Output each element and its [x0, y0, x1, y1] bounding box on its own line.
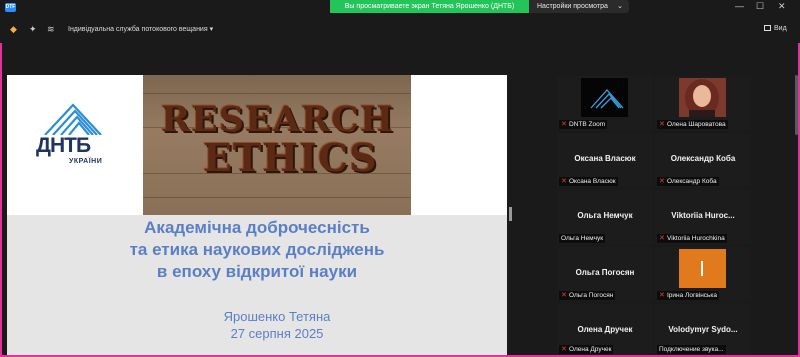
participant-label: ✕ Олена Дручек [559, 345, 614, 354]
view-options-dropdown[interactable]: Настройки просмотра ⌄ [529, 0, 629, 13]
shield-icon[interactable]: ◆ [10, 24, 17, 35]
streaming-service-label: Індивідуальна служба потокового вещания [68, 26, 208, 33]
participant-tile[interactable]: Ольга Погосян ✕ Ольга Погосян [557, 247, 653, 301]
maximize-button[interactable]: ☐ [756, 1, 764, 12]
participant-label-text: Ірина Логвінська [667, 292, 718, 299]
participant-label: ✕ Олена Шароватова [657, 120, 728, 129]
photo-word-research: RESEARCH [161, 99, 394, 140]
slide-author: Ярошенко Тетяна [223, 309, 331, 324]
slide-title-line-3: в епоху відкритої науки [156, 262, 358, 281]
slide-title-line-1: Академічна доброчесність [144, 218, 370, 237]
participant-label-text: Оксана Власюк [569, 178, 616, 185]
participant-label: ✕ Олександр Коба [657, 177, 719, 186]
view-button-label: Вид [774, 25, 787, 32]
participant-label-text: Ольга Погосян [569, 292, 614, 299]
participant-label: ✕ Viktoriia Hurochkina [657, 234, 727, 243]
participant-label-text: Олена Дручек [569, 346, 612, 353]
title-bar: DTF Вы просматриваете экран Тетяна Яроше… [0, 0, 800, 15]
caret-down-icon: ▾ [209, 26, 214, 33]
participant-video [679, 249, 726, 288]
slide-date: 27 серпня 2025 [230, 326, 324, 341]
research-ethics-photo: RESEARCH ETHICS [143, 75, 411, 215]
dntb-logo-icon [590, 89, 624, 109]
logo-text: ДНТБ [36, 134, 91, 157]
streaming-service-menu[interactable]: Індивідуальна служба потокового вещания … [68, 25, 213, 33]
zoom-window: DTF Вы просматриваете экран Тетяна Яроше… [0, 0, 800, 357]
shared-slide: ДНТБ УКРАЇНИ RESEARCH ETHICS Академічна … [7, 75, 507, 355]
participant-tile[interactable]: Viktoriia Huroc... ✕ Viktoriia Hurochkina [655, 190, 751, 244]
participant-name: Ольга Погосян [575, 268, 635, 277]
participant-name: Олена Дручек [577, 325, 633, 334]
participant-video [679, 78, 726, 117]
participant-label-text: Viktoriia Hurochkina [667, 235, 725, 242]
participant-scrollbar[interactable] [795, 75, 798, 135]
screen-share-banner: Вы просматриваете экран Тетяна Ярошенко … [330, 0, 529, 13]
participant-name: Олександр Коба [670, 154, 736, 163]
photo-word-ethics: ETHICS [203, 135, 378, 180]
close-button[interactable]: ✕ [778, 1, 786, 12]
window-border-left [0, 0, 2, 357]
zoom-icon: DTF [5, 3, 16, 12]
minimize-button[interactable]: — [735, 1, 744, 12]
participant-tile[interactable]: Олександр Коба ✕ Олександр Коба [655, 133, 751, 187]
person-photo-icon [685, 79, 719, 117]
participant-tile[interactable]: Оксана Власюк ✕ Оксана Власюк [557, 133, 653, 187]
participant-tile[interactable]: ✕ DNTB Zoom [557, 76, 653, 130]
participant-label-text: Подключение звука... [659, 346, 724, 353]
logo-subtext: УКРАЇНИ [69, 158, 103, 165]
sparkle-icon[interactable]: ✦ [29, 24, 37, 35]
participant-label-text: Олександр Коба [667, 178, 717, 185]
participant-label: ✕ Оксана Власюк [559, 177, 618, 186]
mic-muted-icon: ✕ [659, 178, 665, 185]
dntb-logo-icon [44, 103, 102, 135]
participant-label: ✕ DNTB Zoom [559, 120, 608, 129]
slide-title-line-2: та етика наукових досліджень [129, 240, 385, 259]
split-handle[interactable] [509, 207, 512, 221]
participant-tile[interactable]: Олена Дручек ✕ Олена Дручек [557, 304, 653, 355]
video-placeholder-icon [701, 261, 703, 276]
mic-muted-icon: ✕ [659, 235, 665, 242]
stream-icon[interactable]: ≋ [47, 24, 55, 35]
participant-label-text: Ольга Немчук [561, 235, 604, 242]
participant-tile[interactable]: Ольга Немчук Ольга Немчук [557, 190, 653, 244]
participant-tile[interactable]: ✕ Олена Шароватова [655, 76, 751, 130]
participant-label-text: DNTB Zoom [569, 121, 606, 128]
participant-label: Подключение звука... [657, 345, 726, 354]
participant-name: Оксана Власюк [574, 154, 636, 163]
view-options-label: Настройки просмотра [537, 3, 608, 10]
mic-muted-icon: ✕ [561, 292, 567, 299]
participant-video [581, 78, 628, 117]
view-button[interactable]: Вид [764, 25, 787, 32]
participant-label: ✕ Ірина Логвінська [657, 291, 720, 300]
chevron-down-icon: ⌄ [617, 3, 623, 10]
mic-muted-icon: ✕ [659, 121, 665, 128]
grid-view-icon [764, 25, 771, 31]
mic-muted-icon: ✕ [561, 121, 567, 128]
participant-label-text: Олена Шароватова [667, 121, 726, 128]
participant-name: Viktoriia Huroc... [671, 211, 735, 220]
participant-tile[interactable]: ✕ Ірина Логвінська [655, 247, 751, 301]
participant-name: Ольга Немчук [577, 211, 633, 220]
participant-name: Volodymyr Sydo... [668, 325, 738, 334]
mic-muted-icon: ✕ [561, 178, 567, 185]
participant-tile[interactable]: Volodymyr Sydo... Подключение звука... [655, 304, 751, 355]
participant-label: ✕ Ольга Погосян [559, 291, 616, 300]
mic-muted-icon: ✕ [561, 346, 567, 353]
mic-muted-icon: ✕ [659, 292, 665, 299]
participant-label: Ольга Немчук [559, 234, 606, 243]
